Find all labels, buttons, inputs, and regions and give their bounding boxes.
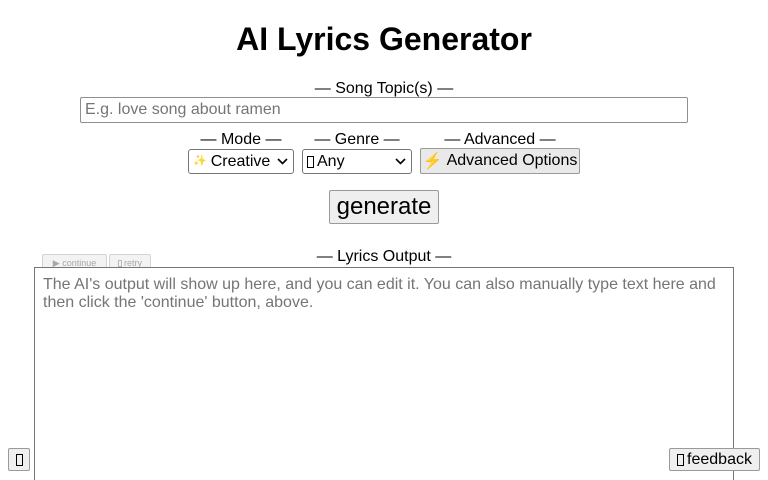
feedback-icon [677, 453, 685, 466]
genre-select[interactable]: Any [302, 149, 412, 174]
genre-selected-text: Any [317, 153, 345, 170]
sparkles-icon: ✨ [193, 155, 207, 167]
genre-select-value: Any [307, 150, 345, 173]
page-title: AI Lyrics Generator [236, 21, 532, 57]
mode-select-value: ✨ Creative [193, 150, 270, 173]
chevron-down-icon [393, 155, 407, 169]
feedback-label: feedback [687, 450, 752, 468]
mode-label: — Mode — [200, 131, 282, 148]
advanced-label: — Advanced — [444, 131, 556, 148]
song-topic-input[interactable] [80, 97, 688, 123]
advanced-options-label: Advanced Options [446, 152, 578, 169]
menu-icon [15, 453, 23, 466]
lyrics-output-textarea[interactable]: The AI's output will show up here, and y… [34, 267, 734, 480]
feedback-button[interactable]: feedback [669, 448, 760, 471]
menu-button[interactable] [8, 448, 30, 471]
chevron-down-icon [275, 155, 289, 169]
song-topic-label: — Song Topic(s) — [314, 80, 454, 97]
generate-button[interactable]: generate [329, 190, 439, 224]
retry-icon [118, 259, 122, 267]
lightning-icon: ⚡ [422, 153, 443, 170]
genre-label: — Genre — [314, 131, 400, 148]
lyrics-output-placeholder: The AI's output will show up here, and y… [43, 276, 716, 311]
mode-select[interactable]: ✨ Creative [188, 149, 294, 174]
page: AI Lyrics Generator — Song Topic(s) — — … [0, 0, 768, 480]
advanced-options-button[interactable]: ⚡ Advanced Options [420, 148, 580, 174]
mode-selected-text: Creative [210, 153, 271, 170]
music-note-icon [307, 155, 314, 168]
